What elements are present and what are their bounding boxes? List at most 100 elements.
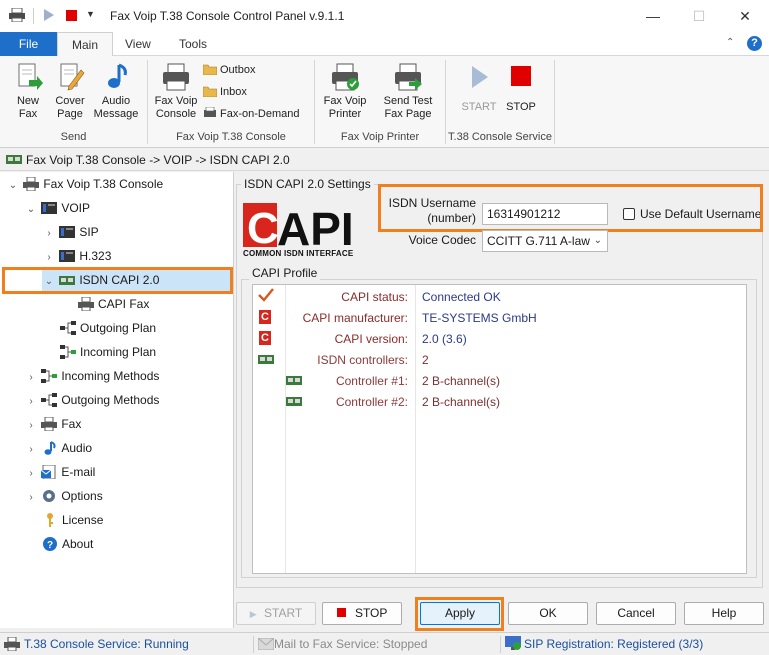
group-divider <box>554 60 555 144</box>
chevron-right-icon[interactable]: › <box>42 246 56 270</box>
tree-label-about: About <box>62 537 94 551</box>
tree-label-h323: H.323 <box>79 249 112 263</box>
gear-icon <box>41 487 57 502</box>
chevron-down-icon[interactable]: ⌄ <box>42 270 56 294</box>
inbox-button[interactable]: Inbox <box>202 82 247 102</box>
use-default-username-checkbox[interactable] <box>623 208 635 220</box>
tree-item-outgoing-plan[interactable]: Outgoing Plan <box>60 316 156 340</box>
music-note-icon <box>41 439 57 455</box>
start-button[interactable]: ▶ START <box>236 602 316 625</box>
group-label-printer: Fax Voip Printer <box>340 131 420 143</box>
fax-voip-printer-label: Fax Voip Printer <box>323 95 367 120</box>
tree-item-about[interactable]: ? About <box>42 532 93 556</box>
new-fax-button[interactable]: New Fax <box>6 62 50 121</box>
printer-check-icon <box>330 62 360 92</box>
chevron-down-icon[interactable]: ⌄ <box>6 174 20 198</box>
inbox-label: Inbox <box>220 86 247 98</box>
outbox-label: Outbox <box>220 64 256 76</box>
maximize-button[interactable]: ☐ <box>676 0 722 32</box>
tree-label-incoming-plan: Incoming Plan <box>80 345 157 359</box>
ok-button[interactable]: OK <box>508 602 588 625</box>
tree-item-incoming-methods[interactable]: › Incoming Methods <box>24 364 159 388</box>
tree-item-options[interactable]: › Options <box>24 484 103 510</box>
tree-label-options: Options <box>61 489 103 503</box>
chevron-right-icon[interactable]: › <box>24 414 38 438</box>
voice-codec-value: CCITT G.711 A-law <box>487 234 590 248</box>
help-button[interactable]: Help <box>684 602 764 625</box>
cover-page-label: Cover Page <box>55 95 85 120</box>
key-icon <box>42 511 58 527</box>
stop-button[interactable]: STOP <box>322 602 402 625</box>
tree-item-root[interactable]: ⌄ Fax Voip T.38 Console <box>6 172 163 196</box>
chevron-right-icon[interactable]: › <box>24 366 38 390</box>
chevron-right-icon[interactable]: › <box>24 438 38 462</box>
navigation-tree: ⌄ Fax Voip T.38 Console ⌄ VOIP › SIP › H… <box>0 172 234 628</box>
tab-file[interactable]: File <box>0 32 57 56</box>
routing-methods-icon <box>41 391 58 407</box>
isdn-card-icon <box>59 271 76 285</box>
service-stop-button[interactable]: STOP <box>500 62 542 114</box>
tree-item-fax[interactable]: › Fax <box>24 412 81 436</box>
tree-item-incoming-plan[interactable]: Incoming Plan <box>60 340 156 364</box>
quick-start-icon[interactable] <box>43 9 55 21</box>
fax-on-demand-button[interactable]: Fax-on-Demand <box>203 104 299 124</box>
cancel-button[interactable]: Cancel <box>596 602 676 625</box>
fax-voip-printer-button[interactable]: Fax Voip Printer <box>320 62 370 121</box>
chevron-down-icon[interactable]: ⌄ <box>24 198 38 222</box>
apply-button[interactable]: Apply <box>420 602 500 625</box>
tree-label-root: Fax Voip T.38 Console <box>43 177 164 191</box>
tree-item-voip[interactable]: ⌄ VOIP <box>24 196 90 220</box>
routing-plan-icon <box>60 343 76 359</box>
tree-item-license[interactable]: License <box>42 508 103 532</box>
server-icon <box>59 247 76 262</box>
isdn-username-input[interactable]: 16314901212 <box>482 203 608 225</box>
tab-main[interactable]: Main <box>57 32 114 57</box>
close-button[interactable]: ✕ <box>722 0 768 32</box>
help-icon[interactable]: ? <box>747 36 762 51</box>
chevron-right-icon[interactable]: › <box>24 486 38 510</box>
routing-methods-icon <box>41 367 58 383</box>
profile-label-manufacturer: CAPI manufacturer: <box>302 311 408 325</box>
tab-tools[interactable]: Tools <box>165 32 221 56</box>
profile-value-controllers: 2 <box>422 353 429 367</box>
tree-label-voip: VOIP <box>61 201 91 215</box>
tree-label-license: License <box>62 513 104 527</box>
service-start-button[interactable]: START <box>458 62 500 114</box>
profile-label-status: CAPI status: <box>341 290 408 304</box>
outbox-button[interactable]: Outbox <box>202 60 256 80</box>
fax-voip-console-label: Fax Voip Console <box>154 95 198 120</box>
tree-item-isdn-capi[interactable]: ⌄ ISDN CAPI 2.0 <box>42 268 232 292</box>
voice-codec-select[interactable]: CCITT G.711 A-law ⌄ <box>482 230 608 252</box>
quick-access-dropdown-icon[interactable]: ▼ <box>86 9 95 19</box>
minimize-button[interactable]: — <box>630 0 676 32</box>
tree-item-audio[interactable]: › Audio <box>24 436 92 460</box>
svg-text:API: API <box>277 203 354 255</box>
audio-message-button[interactable]: Audio Message <box>93 62 139 121</box>
tree-item-sip[interactable]: › SIP <box>42 220 99 246</box>
collapse-ribbon-icon[interactable]: ⌃ <box>726 37 734 48</box>
tree-label-sip: SIP <box>79 225 99 239</box>
chevron-right-icon[interactable]: › <box>24 390 38 414</box>
tree-item-email[interactable]: › E-mail <box>24 460 95 484</box>
fax-voip-console-button[interactable]: Fax Voip Console <box>151 62 201 121</box>
status-divider <box>500 636 501 653</box>
tree-label-fax: Fax <box>61 417 82 431</box>
tree-item-h323[interactable]: › H.323 <box>42 244 111 268</box>
tree-item-outgoing-methods[interactable]: › Outgoing Methods <box>24 388 159 412</box>
chevron-right-icon[interactable]: › <box>24 462 38 486</box>
profile-label-controller-1: Controller #1: <box>335 374 408 388</box>
new-fax-label: New Fax <box>16 95 39 120</box>
fax-on-demand-icon <box>203 106 217 118</box>
svg-text:?: ? <box>47 540 53 551</box>
play-icon <box>464 62 494 92</box>
tree-label-incoming-methods: Incoming Methods <box>61 369 160 383</box>
tree-label-email: E-mail <box>61 465 96 479</box>
server-icon <box>59 223 76 238</box>
cover-page-button[interactable]: Cover Page <box>50 62 90 121</box>
tree-item-capi-fax[interactable]: CAPI Fax <box>78 292 149 316</box>
chevron-right-icon[interactable]: › <box>42 222 56 246</box>
tab-view[interactable]: View <box>111 32 165 56</box>
send-test-fax-page-button[interactable]: Send Test Fax Page <box>378 62 438 121</box>
mail-icon <box>257 637 275 651</box>
quick-stop-icon[interactable] <box>66 10 77 21</box>
